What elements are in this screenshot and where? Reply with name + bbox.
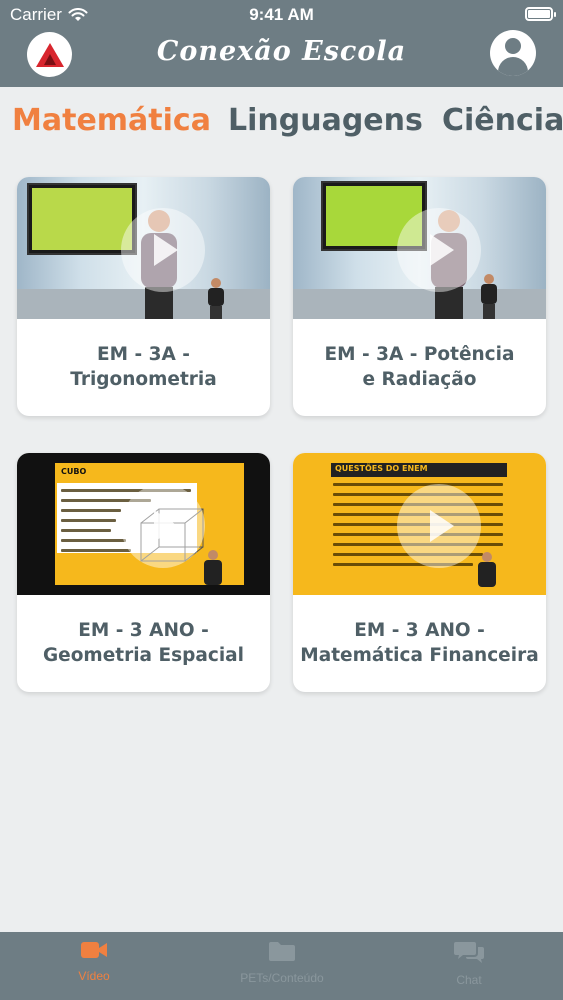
bottom-tab-video[interactable]: Vídeo — [34, 940, 154, 983]
video-thumbnail — [17, 177, 270, 319]
play-icon[interactable] — [397, 484, 481, 568]
video-title: EM - 3A - Trigonometria — [70, 343, 217, 390]
tab-ciencias[interactable]: Ciências — [442, 103, 563, 138]
video-title: EM - 3A - Potência e Radiação — [324, 343, 515, 390]
slide-header: QUESTÕES DO ENEM — [335, 464, 428, 473]
user-icon[interactable] — [490, 30, 536, 76]
bottom-tab-label: Vídeo — [78, 969, 110, 983]
status-time: 9:41 AM — [249, 5, 314, 24]
video-camera-icon — [81, 942, 107, 958]
video-title: EM - 3 ANO - Matemática Financeira — [300, 619, 539, 666]
bottom-tab-pets[interactable]: PETs/Conteúdo — [222, 940, 342, 985]
video-card-matematica-financeira[interactable]: QUESTÕES DO ENEM EM - 3 ANO - Matemática… — [293, 453, 546, 692]
battery-icon — [525, 7, 556, 21]
subject-tabs: Matemática Linguagens Ciências — [0, 87, 563, 159]
video-thumbnail: CUBO — [17, 453, 270, 595]
video-card-geometria-espacial[interactable]: CUBO EM - 3 ANO - Geometria Espacial — [17, 453, 270, 692]
video-thumbnail: QUESTÕES DO ENEM — [293, 453, 546, 595]
video-thumbnail — [293, 177, 546, 319]
bottom-tab-chat[interactable]: Chat — [409, 940, 529, 987]
bottom-tab-bar: Vídeo PETs/Conteúdo Chat — [0, 932, 563, 1000]
bottom-tab-label: Chat — [456, 973, 482, 987]
video-card-potencia[interactable]: EM - 3A - Potência e Radiação — [293, 177, 546, 416]
play-icon[interactable] — [121, 208, 205, 292]
video-title: EM - 3 ANO - Geometria Espacial — [42, 619, 244, 666]
tab-matematica[interactable]: Matemática — [12, 103, 211, 138]
app-title: Conexão Escola — [156, 36, 407, 67]
chat-bubbles-icon — [454, 942, 484, 963]
app-header: Carrier 9:41 AM Conexão Escola — [0, 0, 563, 87]
play-icon[interactable] — [397, 208, 481, 292]
status-bar: Carrier 9:41 AM — [0, 0, 563, 30]
slide-header: CUBO — [61, 467, 87, 476]
play-icon[interactable] — [121, 484, 205, 568]
bottom-tab-label: PETs/Conteúdo — [240, 971, 324, 985]
folder-icon — [269, 942, 295, 961]
tab-linguagens[interactable]: Linguagens — [228, 103, 423, 138]
video-card-trigonometria[interactable]: EM - 3A - Trigonometria — [17, 177, 270, 416]
